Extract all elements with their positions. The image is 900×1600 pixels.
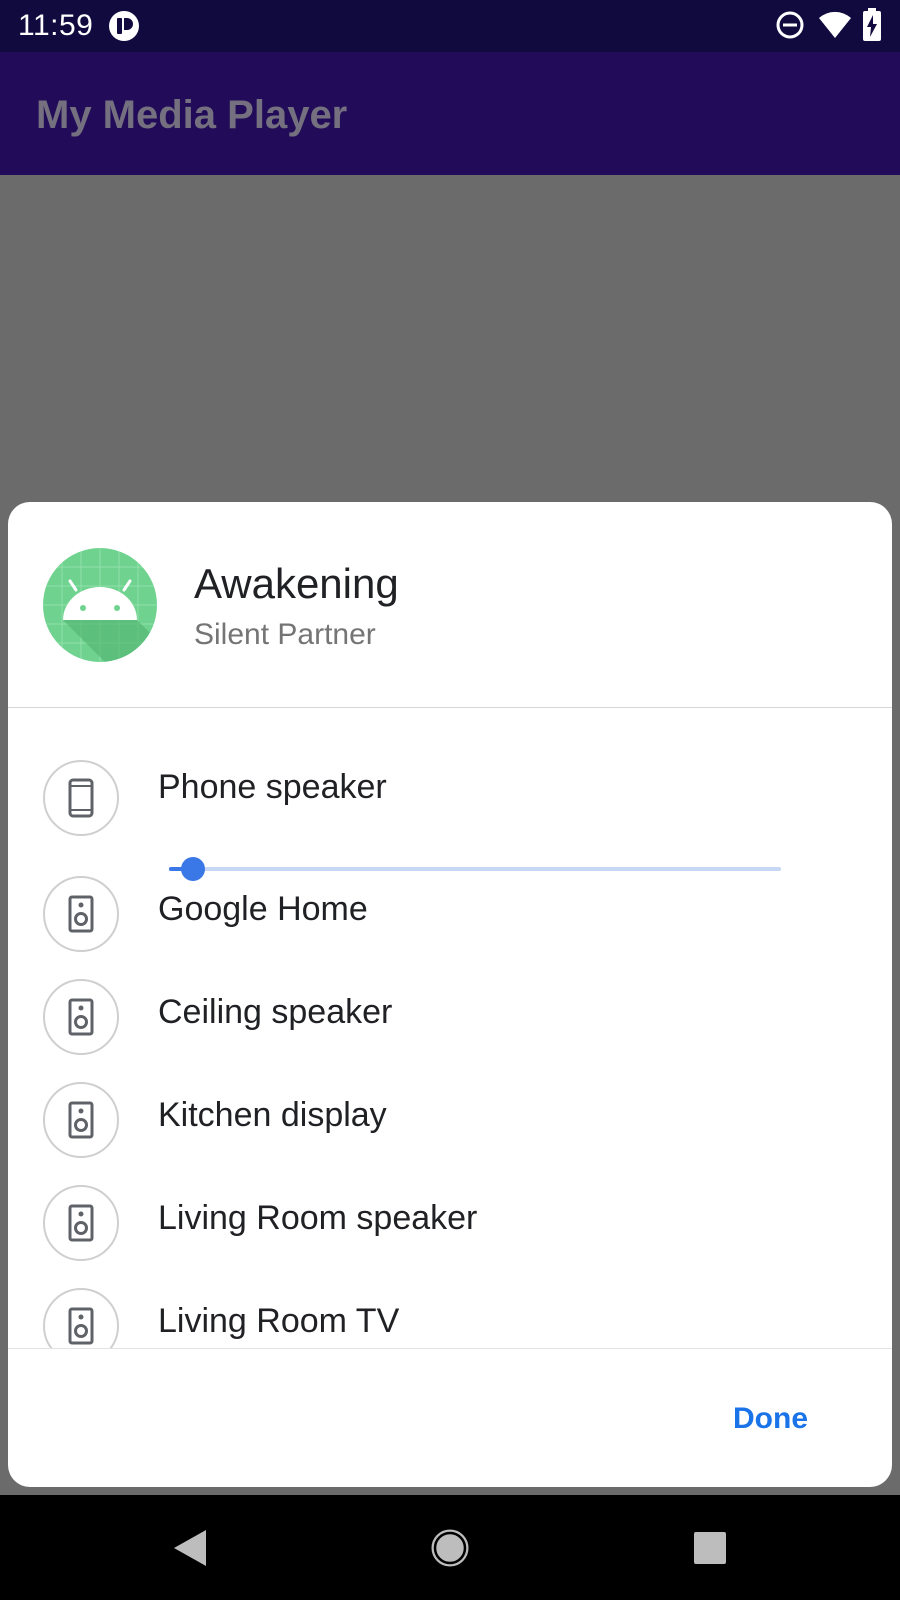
recents-icon[interactable] bbox=[682, 1520, 738, 1576]
device-name: Phone speaker bbox=[158, 768, 387, 806]
output-switcher-dialog: Awakening Silent Partner Phone speaker G… bbox=[8, 502, 892, 1487]
device-row-living-room-tv[interactable]: Living Room TV bbox=[8, 1282, 892, 1348]
device-icon-circle bbox=[43, 760, 119, 836]
track-artist: Silent Partner bbox=[194, 618, 376, 651]
speaker-icon bbox=[68, 1307, 94, 1345]
status-time: 11:59 bbox=[18, 9, 94, 42]
do-not-disturb-icon bbox=[776, 11, 804, 39]
track-title: Awakening bbox=[194, 560, 399, 607]
device-name: Living Room speaker bbox=[158, 1199, 478, 1237]
home-icon[interactable] bbox=[422, 1520, 478, 1576]
app-title: My Media Player bbox=[36, 93, 348, 137]
footer-divider bbox=[8, 1348, 892, 1349]
speaker-icon bbox=[68, 1204, 94, 1242]
wifi-icon bbox=[819, 11, 851, 39]
device-list[interactable]: Phone speaker Google Home Ceiling speake… bbox=[8, 708, 892, 1348]
status-bar: 11:59 bbox=[0, 0, 900, 52]
speaker-icon bbox=[68, 998, 94, 1036]
speaker-icon bbox=[68, 895, 94, 933]
media-header: Awakening Silent Partner bbox=[8, 502, 892, 707]
device-row-living-room-speaker[interactable]: Living Room speaker bbox=[8, 1179, 892, 1269]
navigation-bar bbox=[0, 1495, 900, 1600]
device-icon-circle bbox=[43, 876, 119, 952]
app-notification-icon bbox=[109, 11, 139, 41]
device-name: Living Room TV bbox=[158, 1302, 400, 1340]
device-row-ceiling-speaker[interactable]: Ceiling speaker bbox=[8, 973, 892, 1063]
device-icon-circle bbox=[43, 1082, 119, 1158]
battery-charging-icon bbox=[863, 8, 881, 41]
device-name: Kitchen display bbox=[158, 1096, 387, 1134]
device-icon-circle bbox=[43, 979, 119, 1055]
done-button[interactable]: Done bbox=[733, 1402, 808, 1436]
device-icon-circle bbox=[43, 1288, 119, 1348]
back-icon[interactable] bbox=[162, 1520, 218, 1576]
speaker-icon bbox=[68, 1101, 94, 1139]
device-row-google-home[interactable]: Google Home bbox=[8, 870, 892, 960]
device-name: Ceiling speaker bbox=[158, 993, 393, 1031]
phone-icon bbox=[68, 778, 94, 818]
album-art-android-icon bbox=[43, 548, 157, 662]
device-row-kitchen-display[interactable]: Kitchen display bbox=[8, 1076, 892, 1166]
device-icon-circle bbox=[43, 1185, 119, 1261]
app-bar: My Media Player bbox=[0, 52, 900, 175]
device-name: Google Home bbox=[158, 890, 368, 928]
